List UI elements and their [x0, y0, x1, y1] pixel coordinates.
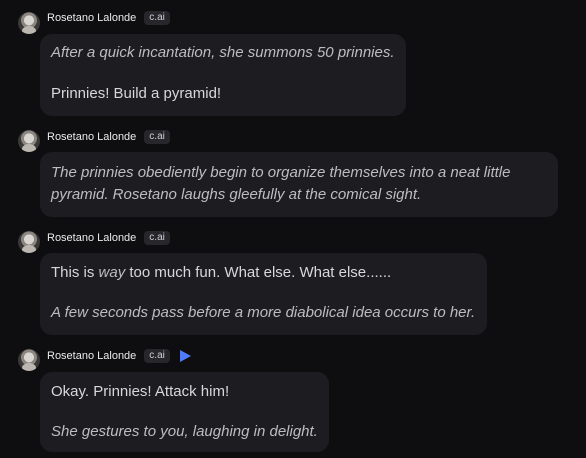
message-text: Okay. Prinnies! Attack him!	[51, 383, 230, 400]
cai-badge: c.ai	[144, 231, 170, 245]
cai-badge: c.ai	[144, 11, 170, 25]
message-bubble: This is way too much fun. What else. Wha…	[40, 253, 487, 335]
author-name[interactable]: Rosetano Lalonde	[47, 348, 136, 364]
text-segment: This is	[51, 264, 99, 281]
cai-badge: c.ai	[144, 349, 170, 363]
message-text: After a quick incantation, she summons 5…	[51, 44, 395, 61]
message-text: This is way too much fun. What else. Wha…	[51, 263, 391, 283]
message-bubble: After a quick incantation, she summons 5…	[40, 34, 406, 116]
avatar[interactable]	[18, 130, 40, 152]
author-name[interactable]: Rosetano Lalonde	[47, 10, 136, 26]
play-icon[interactable]	[179, 350, 191, 362]
message-header: Rosetano Lalonde c.ai	[47, 230, 170, 246]
message-bubble: The prinnies obediently begin to organiz…	[40, 152, 558, 217]
cai-badge: c.ai	[144, 130, 170, 144]
emphasis-text: way	[98, 264, 126, 281]
avatar[interactable]	[18, 231, 40, 253]
text-segment: too much fun. What else. What else......	[125, 264, 392, 281]
message-header: Rosetano Lalonde c.ai	[47, 129, 170, 145]
message-text: The prinnies obediently begin to organiz…	[51, 164, 511, 181]
avatar[interactable]	[18, 349, 40, 371]
chat-thread: Rosetano Lalonde c.ai After a quick inca…	[0, 0, 586, 458]
message-text: She gestures to you, laughing in delight…	[51, 423, 318, 440]
message-text: Prinnies! Build a pyramid!	[51, 85, 222, 102]
author-name[interactable]: Rosetano Lalonde	[47, 129, 136, 145]
message-text: pyramid. Rosetano laughs gleefully at th…	[51, 186, 422, 203]
avatar[interactable]	[18, 12, 40, 34]
message-header: Rosetano Lalonde c.ai	[47, 10, 170, 26]
message-text: A few seconds pass before a more diaboli…	[51, 304, 476, 321]
message-bubble: Okay. Prinnies! Attack him! She gestures…	[40, 372, 329, 452]
message-header: Rosetano Lalonde c.ai	[47, 348, 191, 364]
author-name[interactable]: Rosetano Lalonde	[47, 230, 136, 246]
